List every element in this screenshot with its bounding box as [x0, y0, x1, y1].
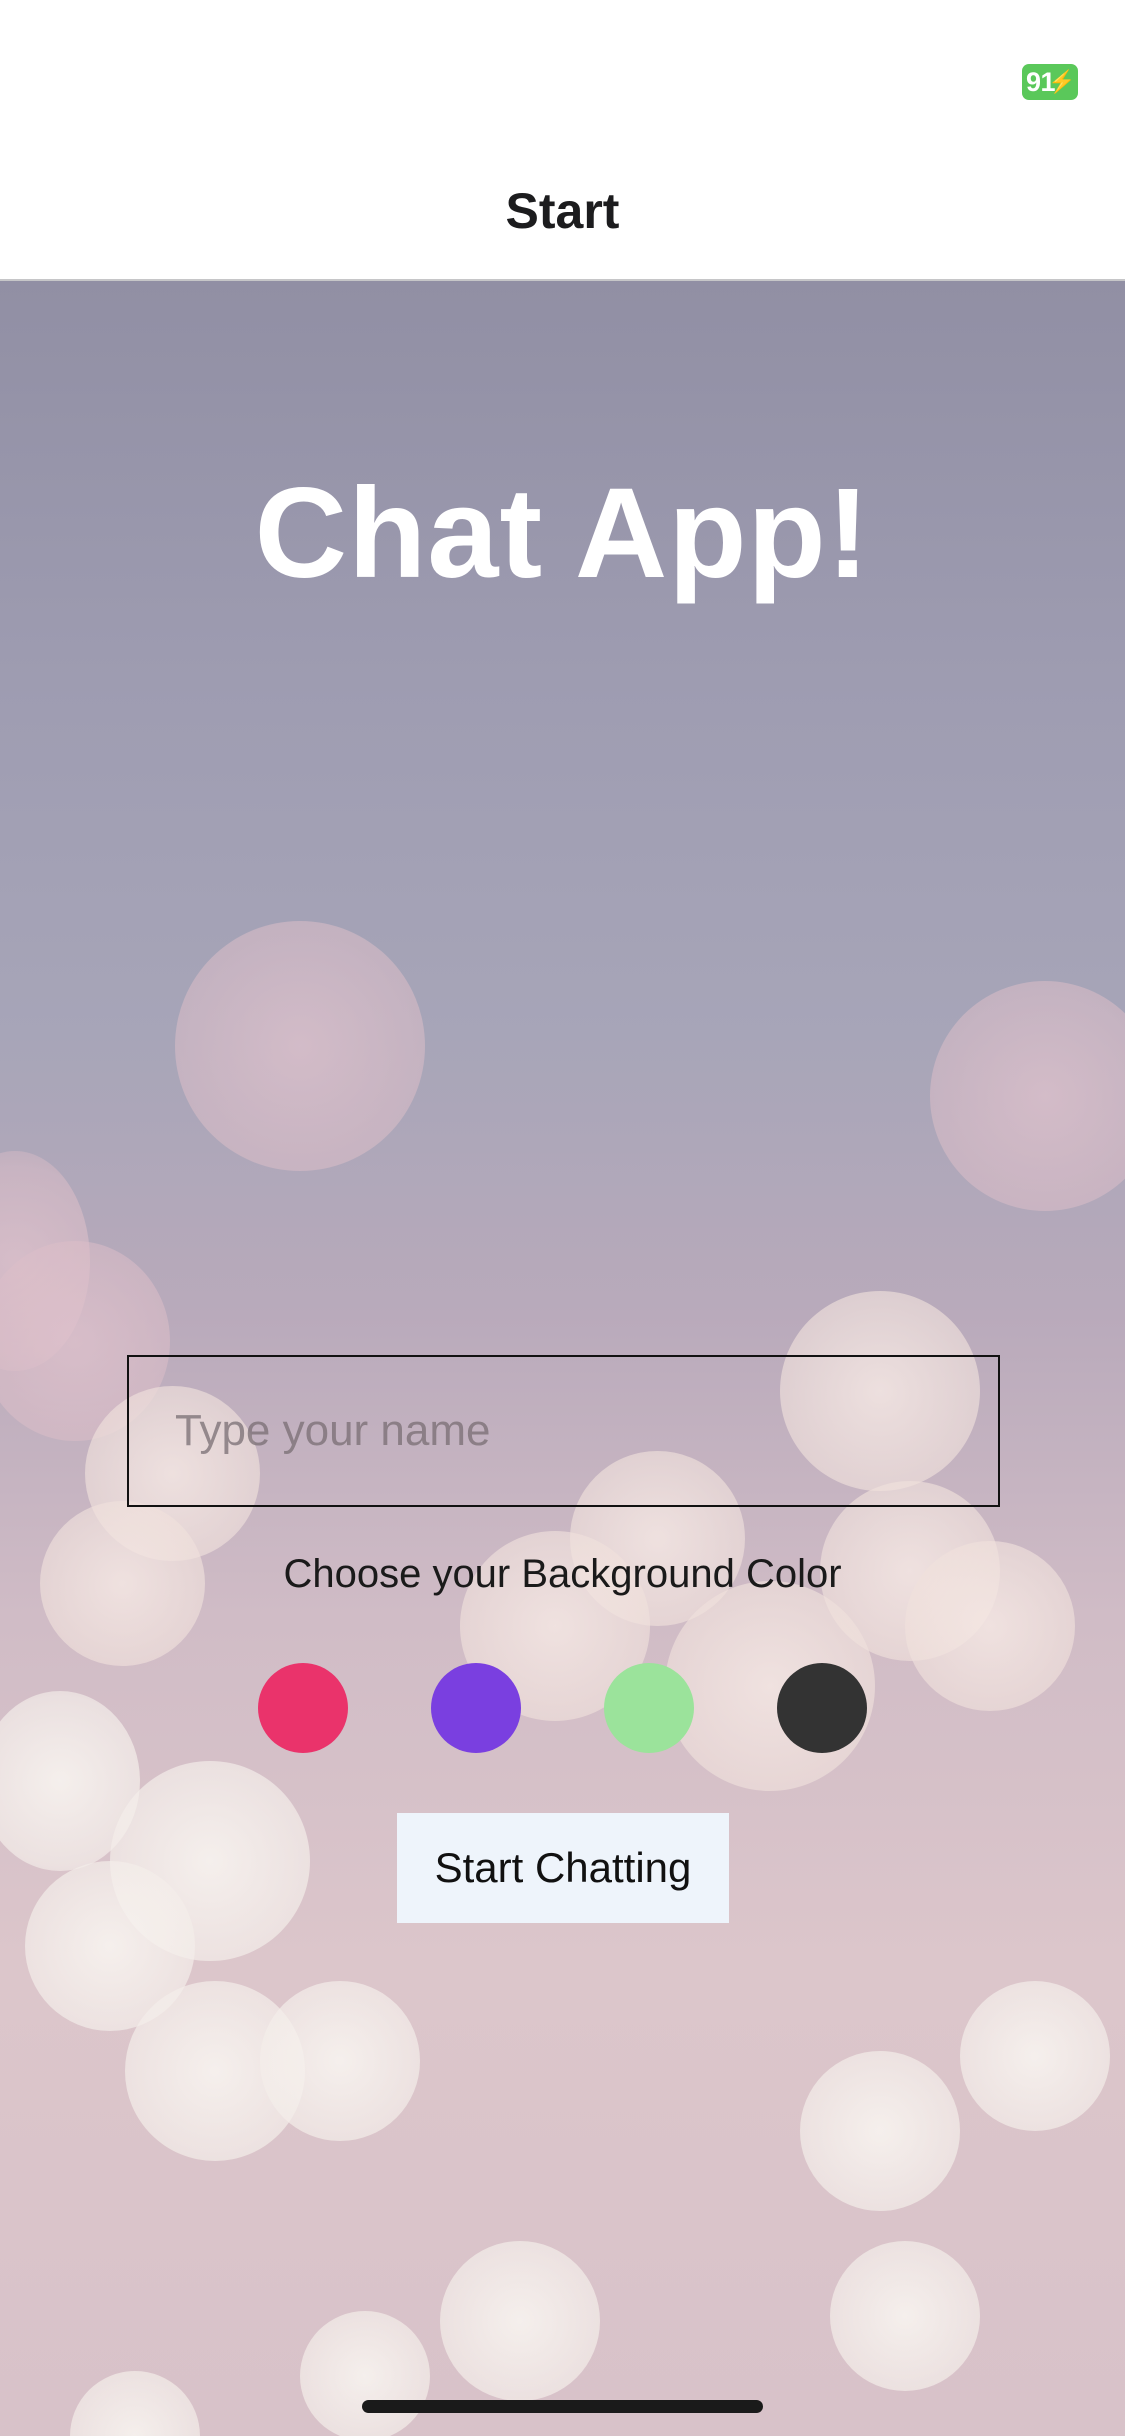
- navigation-header: Start: [0, 140, 1125, 281]
- color-chooser-label: Choose your Background Color: [283, 1552, 842, 1596]
- home-indicator[interactable]: [362, 2400, 763, 2413]
- color-swatch-dark[interactable]: [777, 1663, 867, 1753]
- start-chatting-button[interactable]: Start Chatting: [397, 1813, 729, 1923]
- color-swatch-purple[interactable]: [431, 1663, 521, 1753]
- color-swatch-green[interactable]: [604, 1663, 694, 1753]
- name-input[interactable]: [127, 1355, 1000, 1507]
- color-swatch-pink[interactable]: [258, 1663, 348, 1753]
- nav-title: Start: [505, 183, 620, 239]
- battery-icon: 91 ⚡: [1022, 64, 1078, 100]
- status-bar: 91 ⚡: [0, 0, 1125, 140]
- charging-bolt-icon: ⚡: [1048, 69, 1075, 94]
- app-title: Chat App!: [254, 462, 871, 605]
